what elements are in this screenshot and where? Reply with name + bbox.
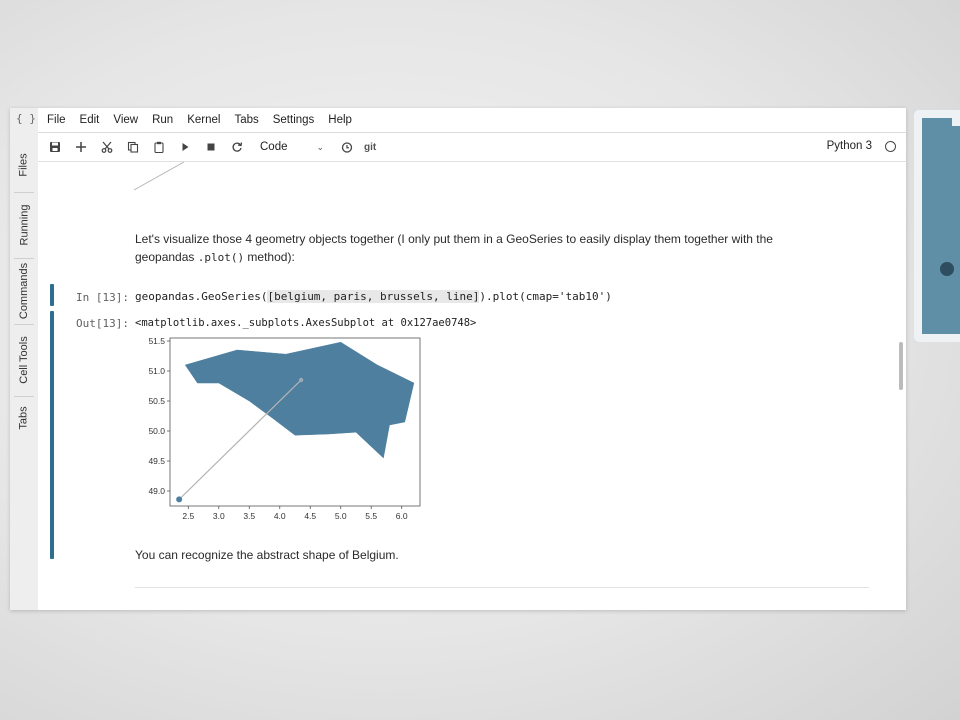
- left-sidebar: { } Files Running Commands Cell Tools Ta…: [10, 108, 39, 610]
- notebook-toolbar: Code ⌄ git Python 3: [38, 133, 906, 162]
- sidebar-tab-tabs[interactable]: Tabs: [10, 398, 38, 438]
- sidebar-tab-label: Tabs: [18, 406, 30, 430]
- jupyterlab-window: { } Files Running Commands Cell Tools Ta…: [10, 108, 906, 610]
- background-window: [914, 110, 960, 342]
- notebook-panel: Code ⌄ git Python 3 Let's visualize thos…: [38, 132, 906, 610]
- output-collapser[interactable]: [50, 311, 54, 559]
- previous-plot-fragment: [133, 162, 185, 191]
- menu-run[interactable]: Run: [149, 112, 176, 128]
- clock-icon[interactable]: [334, 135, 360, 159]
- markdown-cell: Let's visualize those 4 geometry objects…: [135, 230, 835, 267]
- run-icon[interactable]: [172, 135, 198, 159]
- markdown-cell: You can recognize the abstract shape of …: [135, 546, 835, 564]
- stop-icon[interactable]: [198, 135, 224, 159]
- y-tick-label: 51.0: [148, 366, 165, 376]
- menu-file[interactable]: File: [44, 112, 69, 128]
- y-tick-label: 50.5: [148, 396, 165, 406]
- menu-edit[interactable]: Edit: [77, 112, 103, 128]
- notebook-cells[interactable]: Let's visualize those 4 geometry objects…: [38, 162, 906, 610]
- paste-icon[interactable]: [146, 135, 172, 159]
- code-text: geopandas.GeoSeries(: [135, 290, 268, 303]
- output-text: <matplotlib.axes._subplots.AxesSubplot a…: [135, 317, 477, 329]
- sidebar-tab-commands[interactable]: Commands: [10, 258, 38, 324]
- x-tick-label: 6.0: [396, 511, 408, 521]
- menu-kernel[interactable]: Kernel: [184, 112, 223, 128]
- menu-bar: File Edit View Run Kernel Tabs Settings …: [38, 108, 906, 132]
- sidebar-tab-label: Running: [18, 204, 31, 246]
- markdown-text: You can recognize the abstract shape of …: [135, 548, 399, 562]
- menu-settings[interactable]: Settings: [270, 112, 318, 128]
- menu-view[interactable]: View: [110, 112, 141, 128]
- copy-icon[interactable]: [120, 135, 146, 159]
- horizontal-rule: [135, 587, 869, 588]
- geo-plot: 2.5 3.0 3.5 4.0 4.5 5.0 5.5 6.0 49.0 49.5 50.0 50.5…: [148, 336, 421, 521]
- cut-icon[interactable]: [94, 135, 120, 159]
- sidebar-tab-label: Cell Tools: [18, 336, 30, 384]
- x-tick-label: 3.0: [213, 511, 225, 521]
- sidebar-tab-label: Files: [17, 153, 30, 177]
- code-highlight: [belgium, paris, brussels, line]: [267, 290, 480, 303]
- scrollbar[interactable]: [899, 342, 903, 390]
- brussels-point: [298, 377, 304, 383]
- code-cell-input[interactable]: geopandas.GeoSeries([belgium, paris, bru…: [135, 290, 612, 303]
- menu-help[interactable]: Help: [325, 112, 355, 128]
- menu-tabs[interactable]: Tabs: [231, 112, 261, 128]
- kernel-status-icon: [885, 141, 896, 152]
- sidebar-tab-cell-tools[interactable]: Cell Tools: [10, 324, 38, 396]
- y-tick-label: 51.5: [148, 336, 165, 346]
- inline-code: .plot(): [197, 251, 245, 264]
- x-tick-label: 4.0: [274, 511, 286, 521]
- sidebar-tab-label: Commands: [18, 262, 30, 320]
- y-tick-label: 49.5: [148, 456, 165, 466]
- input-prompt: In [13]:: [76, 291, 129, 304]
- y-tick-label: 49.0: [148, 486, 165, 496]
- cell-collapser[interactable]: [50, 284, 54, 306]
- x-tick-label: 5.0: [335, 511, 347, 521]
- code-text: ).plot(cmap='tab10'): [479, 290, 612, 303]
- restart-icon[interactable]: [224, 135, 250, 159]
- cell-type-label: Code: [260, 141, 288, 153]
- output-prompt: Out[13]:: [76, 317, 129, 330]
- x-tick-label: 3.5: [243, 511, 255, 521]
- sidebar-tab-running[interactable]: Running: [10, 192, 38, 258]
- markdown-text: method):: [244, 250, 295, 264]
- save-icon[interactable]: [42, 135, 68, 159]
- sidebar-tab-files[interactable]: Files: [10, 142, 38, 188]
- cell-type-dropdown[interactable]: Code ⌄: [260, 141, 324, 153]
- x-tick-label: 2.5: [182, 511, 194, 521]
- git-button[interactable]: git: [364, 142, 376, 153]
- add-icon[interactable]: [68, 135, 94, 159]
- kernel-name[interactable]: Python 3: [827, 140, 872, 152]
- chevron-down-icon: ⌄: [316, 141, 324, 152]
- x-tick-label: 4.5: [304, 511, 316, 521]
- paris-point: [176, 496, 183, 503]
- x-tick-label: 5.5: [365, 511, 377, 521]
- jupyter-logo-icon: { }: [16, 112, 36, 125]
- y-tick-label: 50.0: [148, 426, 165, 436]
